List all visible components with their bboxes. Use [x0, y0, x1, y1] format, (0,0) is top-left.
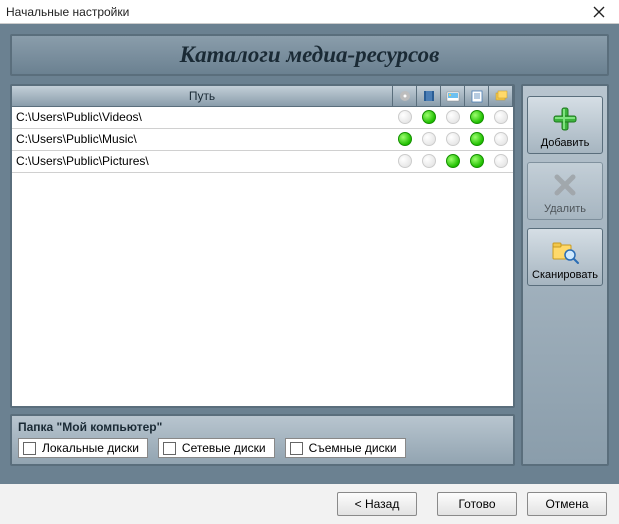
path-cell: C:\Users\Public\Pictures\ — [12, 150, 393, 172]
my-computer-legend: Папка "Мой компьютер" — [18, 420, 507, 434]
flag-cell[interactable] — [489, 128, 513, 150]
add-label: Добавить — [541, 137, 590, 149]
col-header-music[interactable] — [393, 86, 417, 106]
col-header-other[interactable] — [489, 86, 513, 106]
path-cell: C:\Users\Public\Videos\ — [12, 106, 393, 128]
status-dot-on — [398, 132, 412, 146]
checkbox-local-disks[interactable]: Локальные диски — [18, 438, 148, 458]
window-title: Начальные настройки — [6, 5, 585, 19]
delete-label: Удалить — [544, 203, 586, 215]
my-computer-group: Папка "Мой компьютер" Локальные диски Се… — [10, 414, 515, 466]
delete-icon — [549, 169, 581, 201]
status-dot-on — [470, 154, 484, 168]
flag-cell[interactable] — [465, 128, 489, 150]
finish-button[interactable]: Готово — [437, 492, 517, 516]
add-button[interactable]: Добавить — [527, 96, 603, 154]
flag-cell[interactable] — [465, 106, 489, 128]
wizard-footer: < Назад Готово Отмена — [0, 484, 619, 524]
left-column: Путь — [10, 84, 515, 466]
flag-cell[interactable] — [441, 106, 465, 128]
col-header-video[interactable] — [417, 86, 441, 106]
content-area: Путь — [10, 84, 609, 466]
flag-cell[interactable] — [489, 106, 513, 128]
status-dot-on — [446, 154, 460, 168]
status-dot-on — [422, 110, 436, 124]
flag-cell[interactable] — [393, 106, 417, 128]
flag-cell[interactable] — [417, 128, 441, 150]
checkbox-box — [23, 442, 36, 455]
status-dot-off — [494, 154, 508, 168]
title-bar: Начальные настройки — [0, 0, 619, 24]
checkbox-box — [163, 442, 176, 455]
checkbox-label: Локальные диски — [42, 441, 139, 455]
checkbox-label: Сетевые диски — [182, 441, 266, 455]
paths-table: Путь — [10, 84, 515, 408]
status-dot-on — [470, 132, 484, 146]
flag-cell[interactable] — [417, 106, 441, 128]
checkbox-removable-disks[interactable]: Съемные диски — [285, 438, 406, 458]
status-dot-off — [398, 110, 412, 124]
flag-cell[interactable] — [489, 150, 513, 172]
scan-icon — [549, 235, 581, 267]
flag-cell[interactable] — [441, 150, 465, 172]
scan-label: Сканировать — [532, 269, 598, 281]
status-dot-off — [494, 132, 508, 146]
status-dot-off — [446, 110, 460, 124]
status-dot-off — [398, 154, 412, 168]
flag-cell[interactable] — [441, 128, 465, 150]
cancel-button[interactable]: Отмена — [527, 492, 607, 516]
image-icon — [445, 89, 461, 103]
status-dot-off — [494, 110, 508, 124]
wizard-frame: Каталоги медиа-ресурсов Путь — [0, 24, 619, 484]
music-icon — [397, 89, 413, 103]
flag-cell[interactable] — [465, 150, 489, 172]
path-cell: C:\Users\Public\Music\ — [12, 128, 393, 150]
folder-stack-icon — [493, 89, 509, 103]
checkbox-label: Съемные диски — [309, 441, 397, 455]
status-dot-off — [422, 132, 436, 146]
delete-button: Удалить — [527, 162, 603, 220]
checkbox-network-disks[interactable]: Сетевые диски — [158, 438, 275, 458]
col-header-image[interactable] — [441, 86, 465, 106]
checkbox-box — [290, 442, 303, 455]
status-dot-off — [422, 154, 436, 168]
col-header-doc[interactable] — [465, 86, 489, 106]
back-button[interactable]: < Назад — [337, 492, 417, 516]
page-heading: Каталоги медиа-ресурсов — [10, 34, 609, 76]
table-row[interactable]: C:\Users\Public\Videos\ — [12, 106, 513, 128]
status-dot-off — [446, 132, 460, 146]
table-row[interactable]: C:\Users\Public\Music\ — [12, 128, 513, 150]
flag-cell[interactable] — [393, 150, 417, 172]
flag-cell[interactable] — [393, 128, 417, 150]
table-row[interactable]: C:\Users\Public\Pictures\ — [12, 150, 513, 172]
status-dot-on — [470, 110, 484, 124]
flag-cell[interactable] — [417, 150, 441, 172]
sidebar: Добавить Удалить — [521, 84, 609, 466]
scan-button[interactable]: Сканировать — [527, 228, 603, 286]
close-button[interactable] — [585, 3, 613, 21]
video-icon — [421, 89, 437, 103]
doc-icon — [469, 89, 485, 103]
col-header-path[interactable]: Путь — [12, 86, 393, 106]
page-heading-text: Каталоги медиа-ресурсов — [180, 42, 440, 68]
close-icon — [593, 6, 605, 18]
plus-icon — [549, 103, 581, 135]
